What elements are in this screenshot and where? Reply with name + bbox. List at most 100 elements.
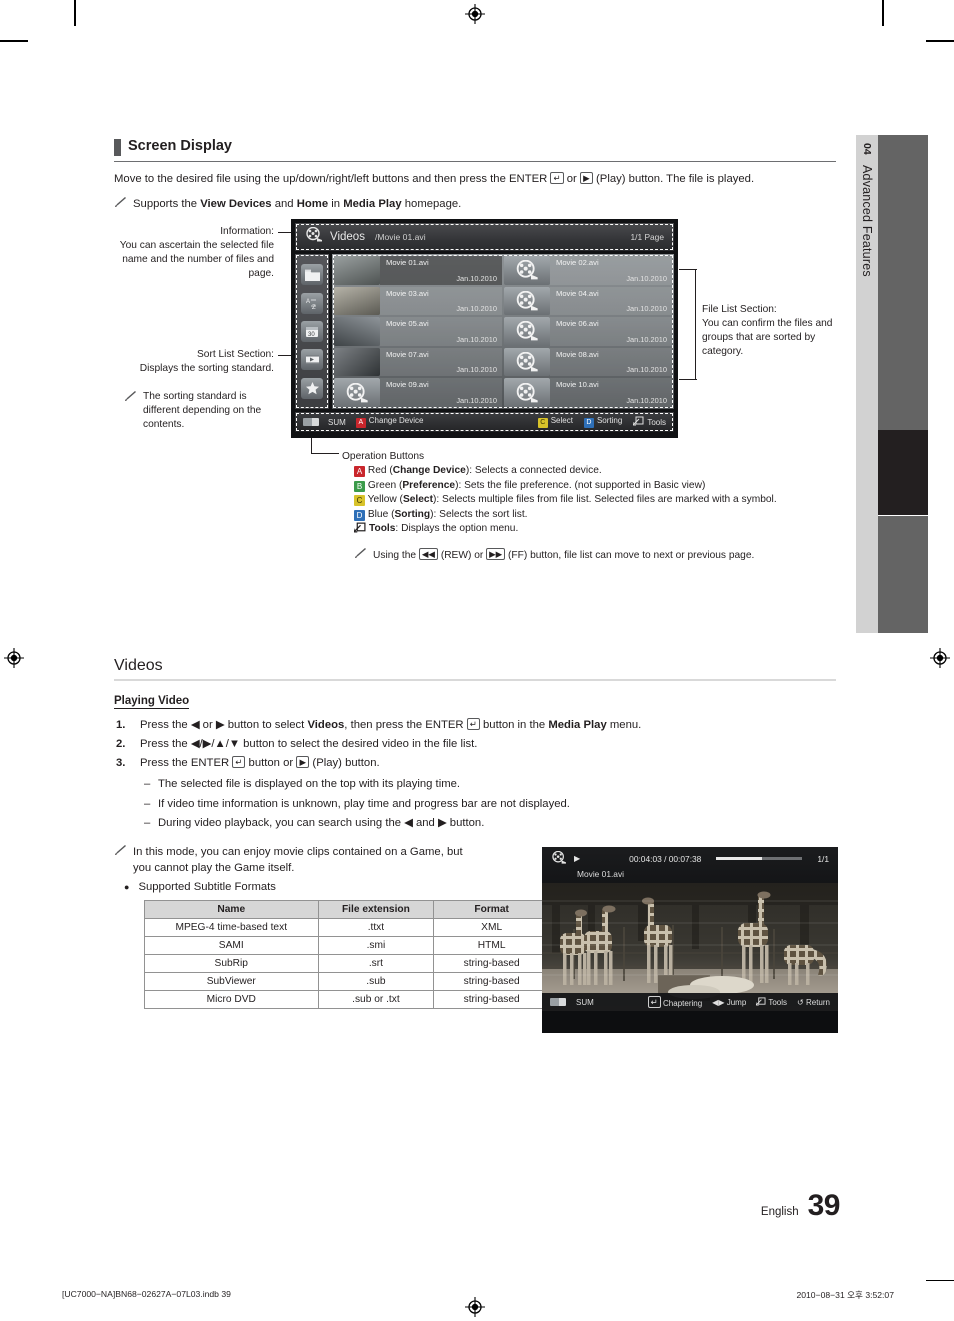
player-filename: Movie 01.avi: [577, 869, 625, 879]
crop-mark-top-right-v: [882, 0, 884, 26]
table-row: Micro DVD .sub or .txt string-based: [144, 989, 550, 1009]
playing-video-steps: Press the ◀ or ▶ button to select Videos…: [114, 716, 836, 773]
media-play-body: AZ 30 Movie 01.avi Jan.10.2010 Movie 02.av…: [295, 254, 674, 409]
file-list-item[interactable]: Movie 08.avi Jan.10.2010: [503, 347, 673, 378]
print-metadata-line: [UC7000−NA]BN68−02627A−07L03.indb 39 201…: [0, 1289, 954, 1303]
file-name: Movie 05.avi: [386, 319, 429, 329]
tools-label[interactable]: Tools: [647, 418, 666, 427]
operation-description: ): Sets the file preference. (not suppor…: [455, 479, 706, 491]
file-thumbnail: [334, 347, 380, 377]
file-info: Movie 06.avi Jan.10.2010: [550, 317, 672, 346]
sorting-label[interactable]: Sorting: [597, 416, 622, 425]
table-cell: .smi: [317, 935, 435, 955]
return-button[interactable]: ↺ Return: [797, 998, 830, 1007]
tools-icon-3: [353, 522, 366, 539]
film-reel-icon-thumb: [334, 378, 380, 407]
player-tools-label[interactable]: Tools: [768, 998, 787, 1007]
sort-list-section[interactable]: AZ 30: [295, 254, 329, 409]
folder-icon[interactable]: [301, 264, 323, 286]
table-column-header: File extension: [317, 899, 435, 919]
file-list-item[interactable]: Movie 09.avi Jan.10.2010: [333, 377, 503, 408]
operation-buttons-list: A Red (Change Device): Selects a connect…: [353, 464, 862, 539]
play-state-icon: ▶: [574, 854, 581, 863]
file-list-item[interactable]: Movie 04.avi Jan.10.2010: [503, 286, 673, 317]
jump-label[interactable]: Jump: [727, 998, 747, 1007]
rew-key-icon: ◀◀: [418, 547, 438, 560]
chaptering-label[interactable]: Chaptering: [663, 999, 702, 1008]
file-list-item[interactable]: Movie 05.avi Jan.10.2010: [333, 316, 503, 347]
operation-button-tools: Tools: Displays the option menu.: [353, 522, 862, 539]
tools-icon-2[interactable]: [755, 996, 766, 1008]
jump-button[interactable]: ◀▶ Jump: [712, 998, 746, 1007]
pencil-note-icon: [114, 196, 127, 214]
indb-file-reference: [UC7000−NA]BN68−02627A−07L03.indb 39: [62, 1289, 231, 1299]
file-date: Jan.10.2010: [456, 304, 497, 314]
page-footer: English 39: [761, 1189, 841, 1223]
calendar-30-icon[interactable]: 30: [301, 320, 323, 342]
step-2: Press the ◀/▶/▲/▼ button to select the d…: [116, 735, 478, 754]
enter-key-icon-4[interactable]: ↵: [647, 996, 661, 1008]
video-player-screenshot: ▶ 00:04:03 / 00:07:38 1/1 Movie 01.avi S…: [542, 847, 838, 1033]
tools-icon[interactable]: [632, 416, 644, 428]
select-label[interactable]: Select: [551, 416, 573, 425]
play-key-icon: ▶: [579, 172, 593, 184]
file-list-section[interactable]: Movie 01.avi Jan.10.2010 Movie 02.avi Jan.1…: [332, 254, 674, 409]
chaptering-button[interactable]: ↵ Chaptering: [647, 996, 702, 1008]
operation-action-name: Select: [402, 494, 433, 505]
file-list-item[interactable]: Movie 03.avi Jan.10.2010: [333, 286, 503, 317]
operation-action-name: Sorting: [394, 508, 431, 520]
file-info: Movie 10.avi Jan.10.2010: [550, 378, 672, 407]
blue-key-icon[interactable]: D: [583, 418, 594, 428]
file-list-item[interactable]: Movie 02.avi Jan.10.2010: [503, 255, 673, 286]
yellow-key-icon[interactable]: C: [537, 418, 548, 428]
change-device-label[interactable]: Change Device: [369, 416, 424, 425]
table-cell: XML: [433, 917, 550, 937]
playing-video-subheading: Playing Video: [114, 695, 190, 709]
green-key-icon: B: [354, 480, 365, 492]
left-right-arrows-icon[interactable]: ◀▶: [712, 998, 724, 1007]
table-cell: .sub or .txt: [317, 989, 435, 1009]
table-cell: .srt: [317, 953, 435, 973]
file-date: Jan.10.2010: [456, 334, 497, 344]
tools-description: : Displays the option menu.: [395, 523, 519, 534]
file-list-item[interactable]: Movie 07.avi Jan.10.2010: [333, 347, 503, 378]
player-osd-row: ▶ 00:04:03 / 00:07:38 1/1: [551, 850, 829, 866]
select-button[interactable]: C Select: [537, 416, 573, 428]
return-label[interactable]: Return: [806, 998, 830, 1007]
film-reel-icon-2: [551, 850, 567, 866]
page-number: 39: [807, 1189, 841, 1222]
chapter-band-upper: [878, 135, 928, 430]
player-video-frame: SUM ↵ Chaptering ◀▶ Jump Tools ↺ Return: [542, 883, 838, 1011]
screen-display-diagram: Information: You can ascertain the selec…: [114, 219, 836, 579]
print-timestamp: 2010−08−31 오후 3:52:07: [796, 1290, 894, 1300]
playing-video-detail: During video playback, you can search us…: [114, 814, 836, 834]
operation-description: ): Selects a connected device.: [465, 465, 602, 476]
enter-key-icon: ↵: [550, 172, 564, 184]
crop-mark-top-left-h: [0, 40, 28, 42]
heading-bar-icon: [114, 139, 121, 156]
file-name: Movie 08.avi: [556, 349, 599, 359]
file-list-item[interactable]: Movie 01.avi Jan.10.2010: [333, 255, 503, 286]
file-list-item[interactable]: Movie 06.avi Jan.10.2010: [503, 316, 673, 347]
tools-button[interactable]: Tools: [632, 416, 666, 428]
callout-sort-list-body: Displays the sorting standard.: [139, 363, 274, 374]
filmstrip-icon[interactable]: [301, 349, 323, 371]
return-arrow-icon[interactable]: ↺: [797, 998, 804, 1007]
player-osd-top: ▶ 00:04:03 / 00:07:38 1/1 Movie 01.avi: [542, 847, 838, 883]
file-date: Jan.10.2010: [626, 396, 667, 405]
file-list-item[interactable]: Movie 10.avi Jan.10.2010: [503, 377, 673, 408]
bullet-dot-icon: ●: [124, 881, 130, 892]
file-info: Movie 01.avi Jan.10.2010: [380, 256, 502, 285]
sorting-button[interactable]: D Sorting: [583, 416, 622, 428]
a-z-icon[interactable]: AZ: [301, 292, 323, 314]
tip-text-a: Using the: [373, 549, 417, 561]
player-tools-button[interactable]: Tools: [755, 996, 787, 1008]
star-icon[interactable]: [301, 377, 323, 399]
operation-color-name: Blue (: [367, 508, 395, 520]
red-key-icon[interactable]: A: [355, 418, 366, 428]
red-key-icon: A: [354, 466, 365, 477]
file-thumbnail: [334, 286, 380, 316]
file-info: Movie 03.avi Jan.10.2010: [380, 286, 502, 316]
player-progress-bar[interactable]: [716, 857, 803, 860]
sum-chip-icon: [303, 418, 319, 426]
